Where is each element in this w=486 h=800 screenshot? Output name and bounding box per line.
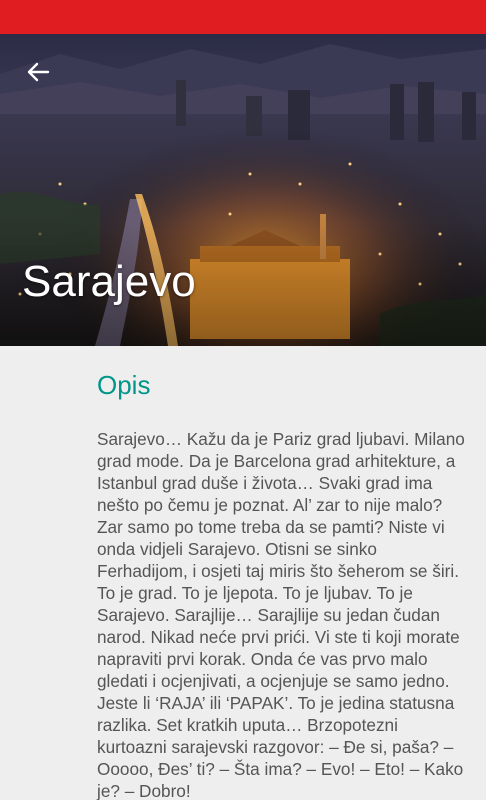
description-text: Sarajevo… Kažu da je Pariz grad ljubavi.… bbox=[97, 429, 465, 800]
status-bar bbox=[0, 0, 486, 34]
back-button[interactable] bbox=[18, 56, 58, 88]
hero-image: Sarajevo bbox=[0, 34, 486, 346]
section-heading: Opis bbox=[97, 370, 151, 400]
page-title: Sarajevo bbox=[22, 257, 196, 306]
arrow-back-icon bbox=[27, 62, 50, 82]
content-area: Opis Sarajevo… Kažu da je Pariz grad lju… bbox=[0, 346, 486, 800]
